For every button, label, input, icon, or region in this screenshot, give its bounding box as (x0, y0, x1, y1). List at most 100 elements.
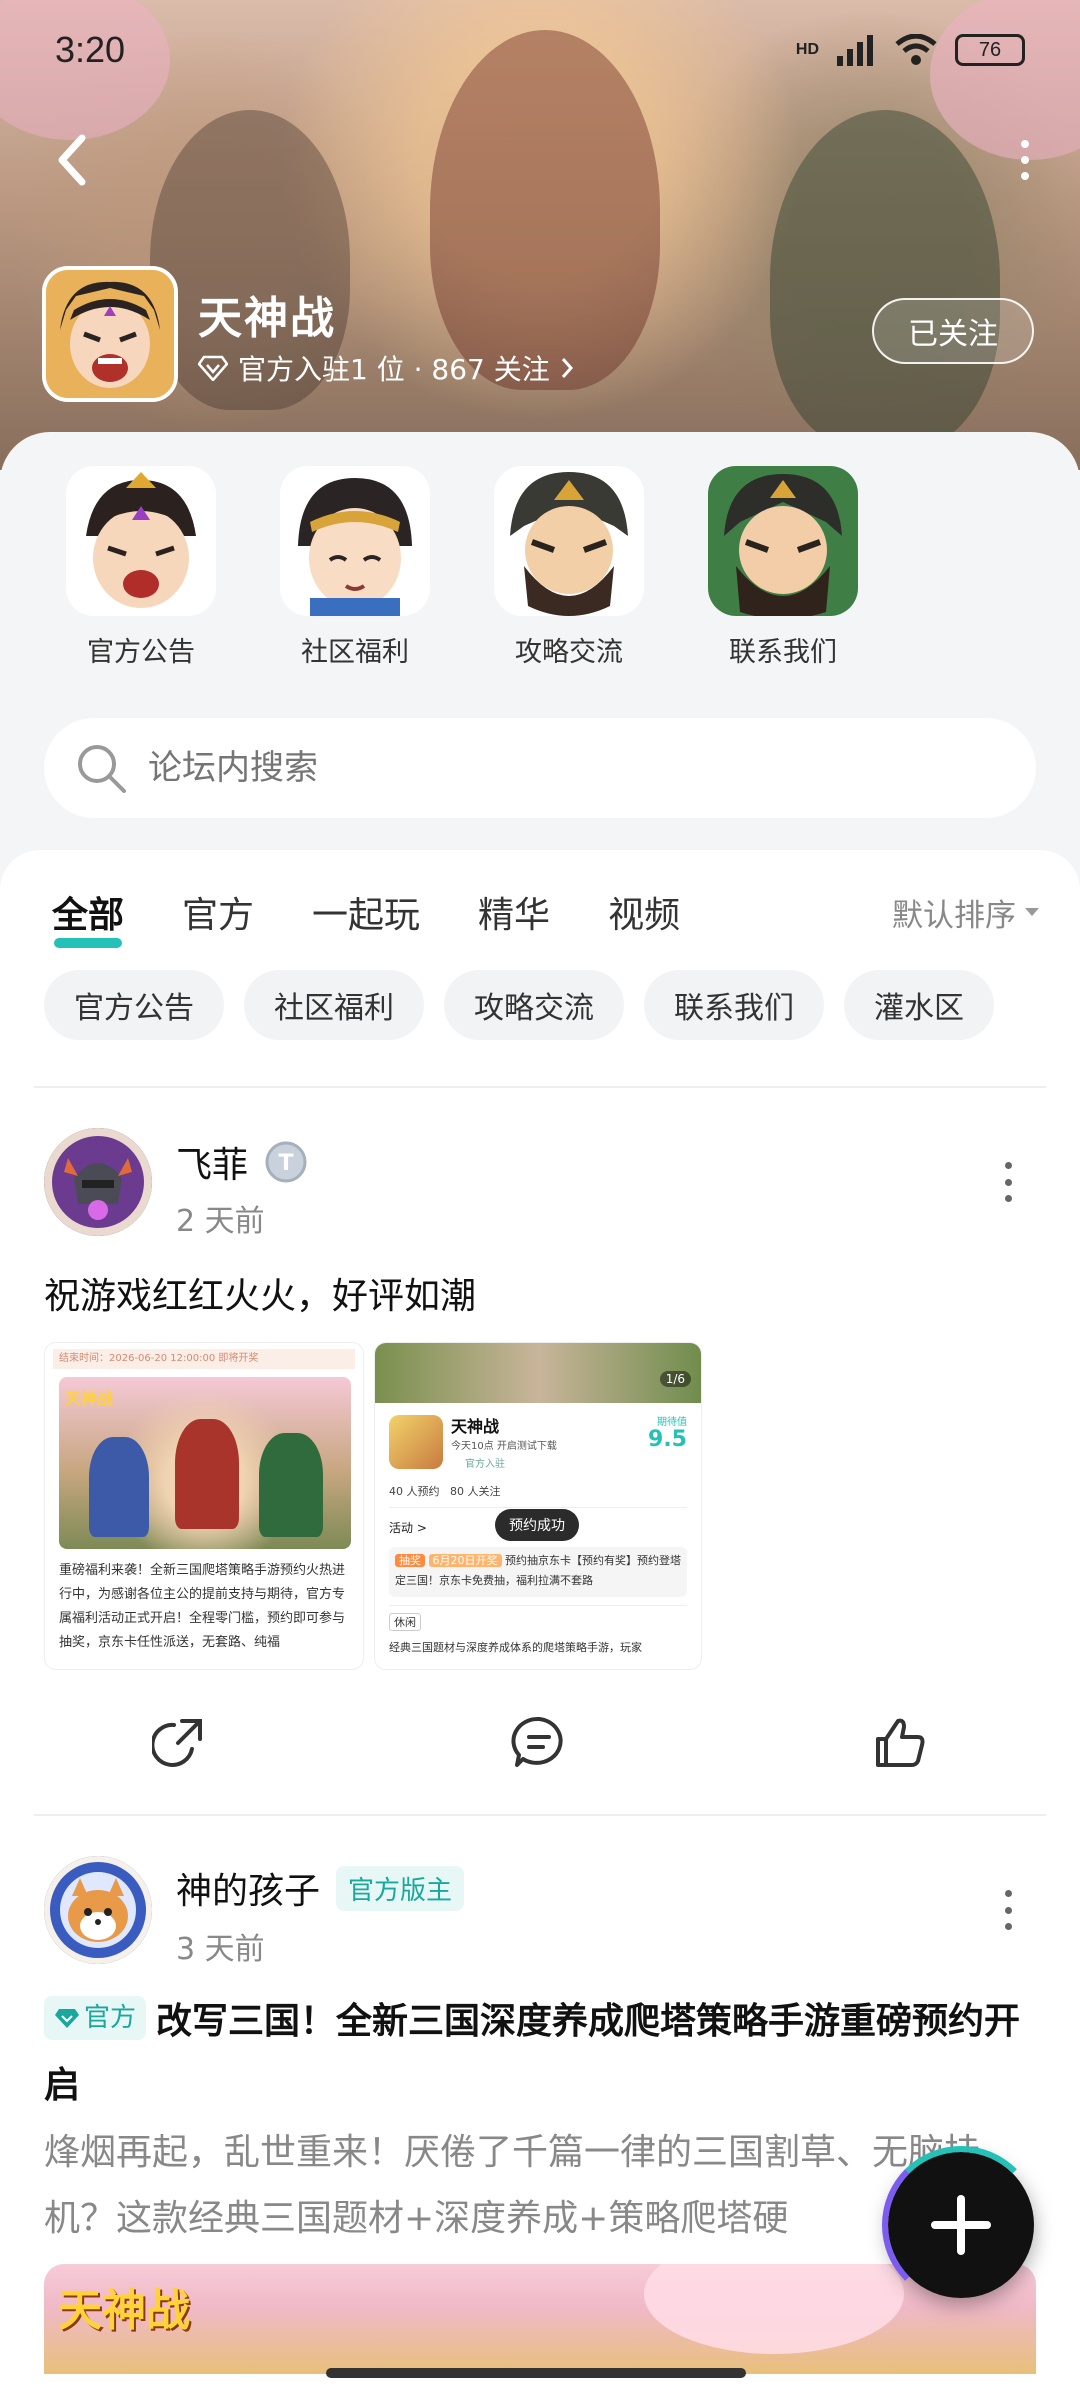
dot (1004, 1923, 1012, 1930)
moderator-badge: 官方版主 (336, 1865, 465, 1911)
quick-link-label: 社区福利 (301, 637, 409, 668)
more-options-button[interactable] (1010, 140, 1040, 180)
quick-link-contact[interactable]: 联系我们 (676, 466, 890, 669)
post-author[interactable]: 飞菲 T (176, 1136, 308, 1188)
status-bar: 3:20 HD 76 (55, 20, 1025, 80)
forum-name: 天神战 (198, 293, 336, 344)
image-illustration: 天神战 (59, 1377, 351, 1549)
dot (1004, 1178, 1012, 1186)
forum-search-bar[interactable] (44, 718, 1036, 818)
official-tag-label: 官方 (84, 2003, 137, 2033)
post-time: 3 天前 (176, 1932, 265, 1967)
dot (1021, 172, 1029, 180)
announcement-avatar-icon (66, 466, 216, 616)
diamond-verified-icon (55, 2009, 79, 2028)
dot (1004, 1890, 1012, 1897)
quick-link-welfare[interactable]: 社区福利 (248, 466, 462, 669)
share-icon[interactable] (152, 1715, 206, 1769)
tab-video[interactable]: 视频 (608, 886, 680, 938)
post-author[interactable]: 神的孩子 官方版主 (176, 1862, 465, 1914)
post-banner-image[interactable]: 天神战 (44, 2264, 1036, 2374)
image-top-note: 结束时间：2026-06-20 12:00:00 即将开奖 (53, 1349, 355, 1369)
like-icon[interactable] (872, 1715, 928, 1769)
tab-play-together[interactable]: 一起玩 (312, 886, 420, 938)
caret-down-icon (1025, 908, 1039, 916)
welfare-avatar-icon (280, 466, 430, 616)
chip-welfare[interactable]: 社区福利 (244, 970, 424, 1040)
quick-links: 官方公告 社区福利 攻略交流 联系我们 (34, 466, 1046, 669)
tab-official[interactable]: 官方 (182, 886, 254, 938)
lottery-tag: 抽奖 (395, 1554, 425, 1567)
avatar[interactable] (44, 1128, 152, 1236)
mini-app-title: 天神战 (451, 1417, 500, 1436)
mini-app-subtitle: 今天10点 开启测试下载 (451, 1441, 557, 1452)
post-title-text: 改写三国！全新三国深度养成爬塔策略手游重磅预约开启 (44, 2001, 1021, 2106)
feed-tabs: 全部 官方 一起玩 精华 视频 默认排序 (52, 872, 1040, 952)
post-more-button[interactable] (998, 1162, 1018, 1202)
mini-divider (389, 1605, 687, 1606)
quick-link-label: 官方公告 (87, 637, 195, 668)
post-author-name: 飞菲 (176, 1145, 249, 1186)
chip-contact[interactable]: 联系我们 (644, 970, 824, 1040)
blossom-decoration (644, 2264, 904, 2354)
sort-dropdown[interactable]: 默认排序 (892, 890, 1040, 935)
image-logo: 天神战 (65, 1389, 114, 1408)
svg-text:T: T (279, 1151, 294, 1176)
chip-guides[interactable]: 攻略交流 (444, 970, 624, 1040)
post-actions (0, 1702, 1080, 1782)
user-level-badge-icon: T (265, 1141, 307, 1183)
status-icons: HD 76 (796, 34, 1025, 66)
forum-avatar (42, 266, 178, 402)
post-time: 2 天前 (176, 1204, 265, 1239)
image-body-text: 重磅福利来袭！全新三国爬塔策略手游预约火热进行中，为感谢各位主公的提前支持与期待… (59, 1563, 346, 1650)
hero-right-figure (259, 1433, 323, 1537)
lottery-card: 抽奖 6月20日开奖 预约抽京东卡【预约有奖】预约登塔定三国！京东卡免费抽，福利… (389, 1547, 687, 1597)
quick-link-label: 联系我们 (729, 637, 837, 668)
dot (1004, 1195, 1012, 1202)
search-icon (78, 745, 126, 793)
mini-activity-label: 活动 > (389, 1521, 427, 1535)
avatar[interactable] (44, 1856, 152, 1964)
hero-center-figure (175, 1419, 239, 1529)
status-time: 3:20 (55, 29, 126, 70)
tab-featured[interactable]: 精华 (478, 886, 550, 938)
sort-label: 默认排序 (892, 897, 1016, 934)
battery-level: 76 (978, 38, 1002, 61)
image-page-indicator: 1/6 (659, 1371, 691, 1387)
post-author-name: 神的孩子 (176, 1871, 321, 1912)
plus-icon (931, 2195, 991, 2255)
forum-meta[interactable]: 官方入驻1 位 · 867 关注 (198, 348, 574, 388)
quick-link-guides[interactable]: 攻略交流 (462, 466, 676, 669)
hero-left-figure (89, 1437, 149, 1537)
post-more-button[interactable] (998, 1890, 1018, 1930)
guides-avatar-icon (494, 466, 644, 616)
contact-avatar-icon (708, 466, 858, 616)
chip-water-zone[interactable]: 灌水区 (844, 970, 994, 1040)
network-hd-label: HD (795, 41, 819, 58)
mini-app-icon (389, 1415, 443, 1469)
post-image-2[interactable]: 1/6 天神战 今天10点 开启测试下载 官方入驻 期待值 9.5 40 人预约… (374, 1342, 702, 1670)
tab-all[interactable]: 全部 (52, 886, 124, 948)
official-tag: 官方 (44, 1996, 147, 2040)
home-indicator[interactable] (326, 2368, 746, 2378)
divider (34, 1814, 1046, 1816)
quick-link-announcement[interactable]: 官方公告 (34, 466, 248, 669)
back-button[interactable] (52, 130, 102, 190)
new-post-button[interactable] (882, 2146, 1040, 2304)
search-input[interactable] (148, 748, 948, 788)
chip-announcement[interactable]: 官方公告 (44, 970, 224, 1040)
post-title[interactable]: 官方 改写三国！全新三国深度养成爬塔策略手游重磅预约开启 (44, 1990, 1036, 2118)
diamond-verified-icon (198, 355, 228, 381)
post-image-1[interactable]: 结束时间：2026-06-20 12:00:00 即将开奖 天神战 重磅福利来袭… (44, 1342, 364, 1670)
mini-genre-tag: 休闲 (389, 1613, 421, 1631)
mini-app-official: 官方入驻 (465, 1459, 505, 1470)
wifi-icon (895, 34, 937, 65)
chevron-left-icon (58, 134, 86, 186)
post-content: 祝游戏红红火火，好评如潮 (44, 1276, 477, 1317)
dot (1021, 140, 1029, 148)
dot (1004, 1162, 1012, 1169)
comment-icon[interactable] (511, 1715, 567, 1769)
forum-meta-text: 官方入驻1 位 · 867 关注 (238, 353, 550, 386)
category-chips: 官方公告 社区福利 攻略交流 联系我们 灌水区 (44, 970, 994, 1040)
follow-button[interactable]: 已关注 (872, 298, 1034, 364)
